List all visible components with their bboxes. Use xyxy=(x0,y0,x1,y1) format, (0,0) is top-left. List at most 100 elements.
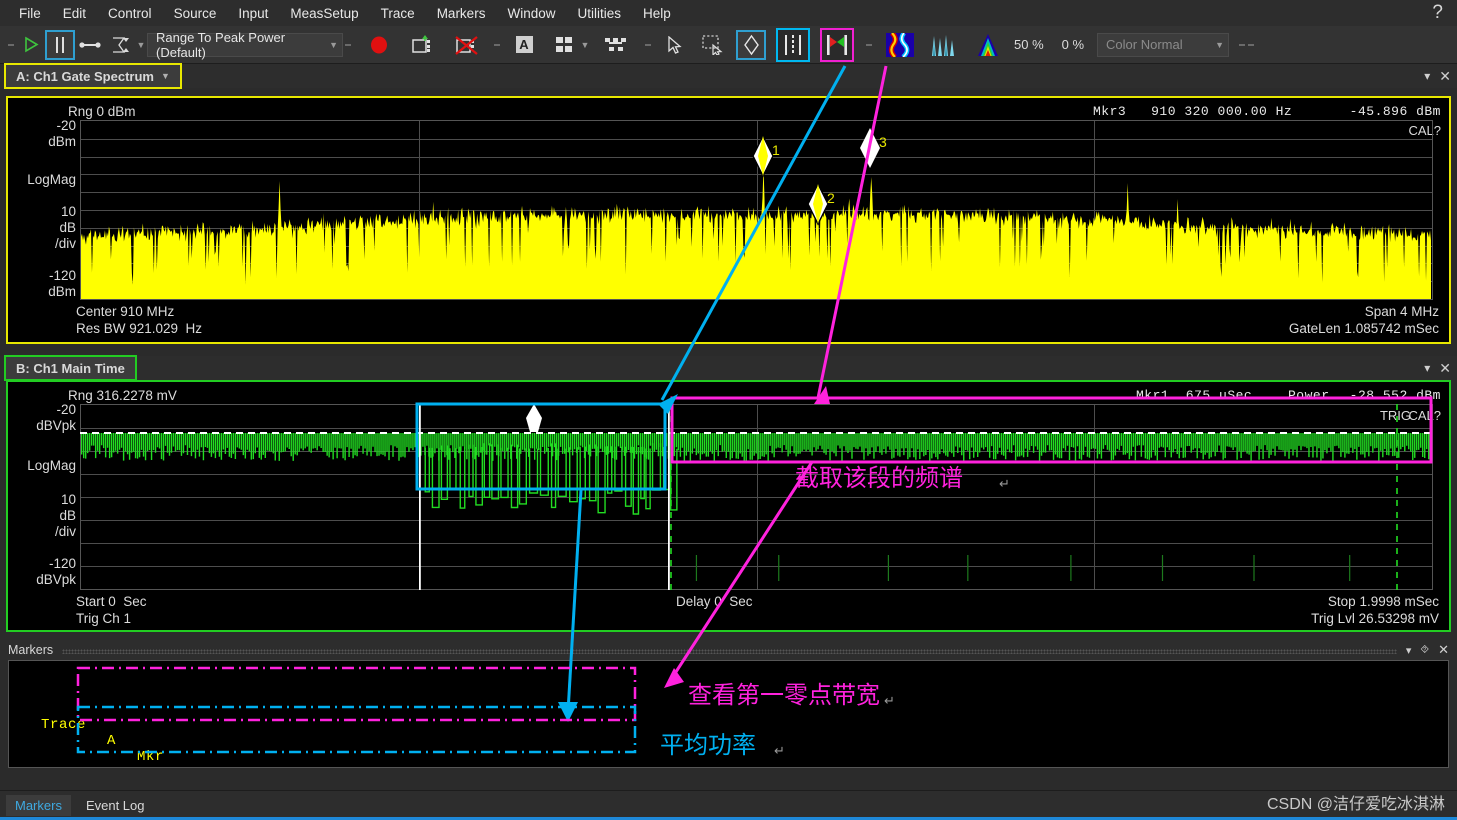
menu-item-markers[interactable]: Markers xyxy=(426,3,497,24)
chevron-down-icon-2: ▼ xyxy=(1215,39,1225,50)
panel-b-y-div-unit: dB xyxy=(59,508,76,523)
panel-b-tab-label: B: Ch1 Main Time xyxy=(16,360,125,376)
panel-b-marker-readout: Mkr1 675 uSec xyxy=(1136,388,1253,403)
panel-b-window-controls: ▾ ✕ xyxy=(1424,356,1451,380)
panel-b-y-top: -20 xyxy=(56,402,76,417)
toolbar-separator-2 xyxy=(343,32,352,58)
annotation-first-null-bw: 查看第一零点带宽 xyxy=(688,681,880,709)
menu-item-meassetup[interactable]: MeasSetup xyxy=(279,3,369,24)
menu-bar: File Edit Control Source Input MeasSetup… xyxy=(0,0,1457,26)
range-combo[interactable]: Range To Peak Power (Default) ▼ xyxy=(147,29,343,60)
persistence-icon[interactable] xyxy=(971,30,1005,60)
menu-item-utilities[interactable]: Utilities xyxy=(566,3,632,24)
panel-a-center: Center 910 MHz xyxy=(76,304,175,319)
close-icon-dock[interactable]: ✕ xyxy=(1438,642,1449,658)
chevron-down-icon: ▼ xyxy=(329,39,338,50)
minimize-icon-a[interactable]: ▾ xyxy=(1424,69,1430,83)
no-capture-icon[interactable] xyxy=(452,30,482,60)
color-mode-label: Color Normal xyxy=(1106,37,1183,52)
menu-item-input[interactable]: Input xyxy=(227,3,279,24)
help-question-icon[interactable]: ? xyxy=(1432,2,1443,24)
panel-b-triglvl: Trig Lvl 26.53298 mV xyxy=(1311,611,1439,626)
panel-b-header: B: Ch1 Main Time ▾ ✕ xyxy=(0,355,1457,381)
annotate-a-glyph: A xyxy=(515,36,533,53)
panel-a-graph[interactable]: Rng 0 dBm Mkr3 910 320 000.00 Hz -45.896… xyxy=(6,96,1451,344)
panel-b-y-mode: LogMag xyxy=(27,458,76,473)
panel-a-marker-3-label: 3 xyxy=(879,134,887,150)
minimize-icon-b[interactable]: ▾ xyxy=(1424,361,1430,375)
spectrogram-icon[interactable] xyxy=(883,30,917,60)
markers-dock-controls: ▾ ⯑ ✕ xyxy=(1406,640,1449,660)
toolbar-separator-3 xyxy=(492,32,501,58)
panel-a-marker-1-label: 1 xyxy=(772,142,780,158)
capture-icon[interactable] xyxy=(408,30,438,60)
marquee-select-icon[interactable] xyxy=(698,30,728,60)
panel-a-rng: Rng 0 dBm xyxy=(68,104,136,119)
toolbar-separator-5 xyxy=(864,32,873,58)
status-tab-event-log[interactable]: Event Log xyxy=(77,795,154,816)
chevron-down-icon-panel-a[interactable]: ▼ xyxy=(161,71,170,81)
panel-b-trace xyxy=(81,433,1432,581)
panel-b-plot-area[interactable] xyxy=(80,404,1433,590)
menu-item-control[interactable]: Control xyxy=(97,3,163,24)
panel-a-window-controls: ▾ ✕ xyxy=(1424,64,1451,88)
panel-b-y-top-unit: dBVpk xyxy=(36,418,76,433)
marker-diamond-icon[interactable] xyxy=(736,29,766,60)
status-tab-markers[interactable]: Markers xyxy=(6,795,71,816)
pause-icon[interactable] xyxy=(45,29,75,60)
dock-menu-icon[interactable]: ▾ xyxy=(1406,644,1412,657)
annotation-pilcrow-2: ↵ xyxy=(884,693,895,708)
panel-a-trace xyxy=(81,167,1432,299)
panel-a-y-bot: -120 xyxy=(48,268,76,283)
status-bar: Markers Event Log CSDN @洁仔爱吃冰淇淋 xyxy=(0,790,1457,820)
panel-b-trig-ch: Trig Ch 1 xyxy=(76,611,132,626)
menu-item-source[interactable]: Source xyxy=(163,3,228,24)
panel-b-y-div-per: /div xyxy=(54,524,76,539)
pointer-icon[interactable] xyxy=(660,30,690,60)
percent-left-label: 50 % xyxy=(1014,37,1044,52)
close-icon-a[interactable]: ✕ xyxy=(1439,68,1451,85)
panel-a-marker-value: -45.896 dBm xyxy=(1349,104,1441,119)
main-toolbar: ▼ Range To Peak Power (Default) ▼ A ▼ 50… xyxy=(0,26,1457,64)
panel-a-plot-area[interactable] xyxy=(80,120,1433,300)
panel-a-marker-readout: Mkr3 910 320 000.00 Hz xyxy=(1093,104,1293,119)
panel-b-tab[interactable]: B: Ch1 Main Time xyxy=(4,355,137,381)
panel-a-y-top-unit: dBm xyxy=(48,134,76,149)
annotation-average-power: 平均功率 xyxy=(660,731,756,759)
panel-b-stop: Stop 1.9998 mSec xyxy=(1327,594,1439,609)
dock-drag-handle[interactable] xyxy=(62,649,1397,654)
play-icon[interactable] xyxy=(15,30,45,60)
layout-grid-icon[interactable] xyxy=(549,30,579,60)
layout-dropdown-arrow-icon[interactable]: ▼ xyxy=(579,30,591,60)
gate-icon[interactable] xyxy=(820,27,854,62)
record-icon[interactable] xyxy=(364,30,394,60)
toolbar-separator-4 xyxy=(643,32,652,58)
vertical-bars-icon[interactable] xyxy=(776,27,810,62)
range-dropdown-arrow-icon[interactable]: ▼ xyxy=(135,30,147,60)
markers-dock-title: Markers xyxy=(8,643,54,657)
panel-a-y-mode: LogMag xyxy=(27,172,76,187)
close-icon-b[interactable]: ✕ xyxy=(1439,360,1451,377)
menu-item-window[interactable]: Window xyxy=(496,3,566,24)
nodes-icon[interactable] xyxy=(601,30,631,60)
menu-item-trace[interactable]: Trace xyxy=(370,3,426,24)
panel-a-tab[interactable]: A: Ch1 Gate Spectrum ▼ xyxy=(4,63,182,89)
menu-item-file[interactable]: File xyxy=(8,3,52,24)
panel-a-y-div-unit: dB xyxy=(59,220,76,235)
waterfall-icon[interactable] xyxy=(927,30,961,60)
annotate-a-icon[interactable]: A xyxy=(509,30,539,60)
panel-b-start: Start 0 Sec xyxy=(76,594,147,609)
color-mode-combo[interactable]: Color Normal ▼ xyxy=(1097,32,1230,57)
menu-item-edit[interactable]: Edit xyxy=(52,3,97,24)
toolbar-separator-6 xyxy=(1237,32,1246,58)
step-icon[interactable] xyxy=(75,30,105,60)
panel-a-y-bot-unit: dBm xyxy=(48,284,76,299)
panel-b-graph[interactable]: Rng 316.2278 mV Mkr1 675 uSec Power -28.… xyxy=(6,380,1451,632)
panel-a-header: A: Ch1 Gate Spectrum ▼ ▾ ✕ xyxy=(0,63,1457,89)
menu-item-help[interactable]: Help xyxy=(632,3,682,24)
pin-icon[interactable]: ⯑ xyxy=(1420,644,1429,657)
range-icon[interactable] xyxy=(105,30,135,60)
range-combo-label: Range To Peak Power (Default) xyxy=(156,29,286,60)
annotation-pilcrow-1: ↵ xyxy=(999,476,1010,491)
panel-a-marker-2-label: 2 xyxy=(827,190,835,206)
